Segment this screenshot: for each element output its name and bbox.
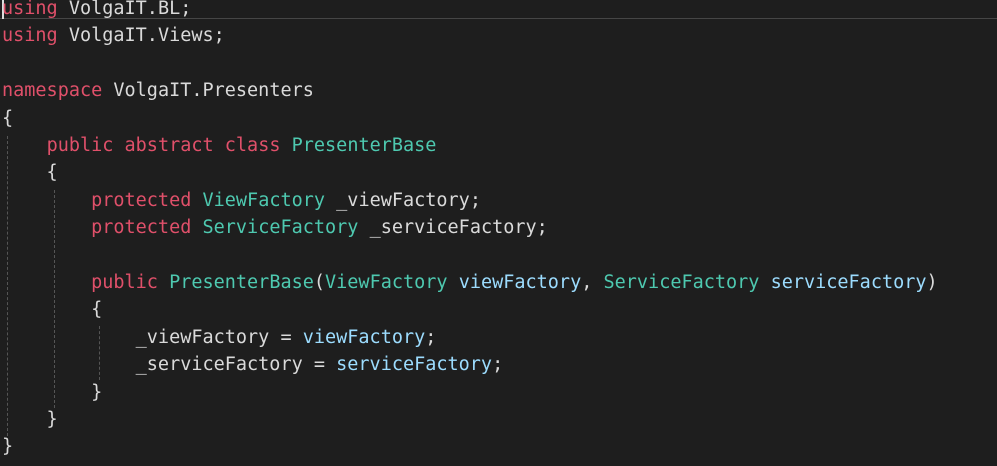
code-line[interactable]: protected ServiceFactory _serviceFactory…	[2, 214, 548, 241]
code-token: serviceFactory	[336, 354, 493, 376]
code-token: _viewFactory =	[2, 326, 303, 348]
code-token: {	[2, 107, 14, 129]
code-token: {	[2, 299, 103, 321]
code-token: (	[313, 272, 326, 293]
code-token: abstract	[124, 135, 214, 156]
code-token: ;	[425, 326, 437, 348]
code-token: )	[926, 272, 938, 293]
code-token: {	[2, 162, 58, 184]
code-token: ServiceFactory	[603, 272, 760, 293]
code-editor[interactable]: using VolgaIT.BL; using VolgaIT.Views; nam…	[0, 0, 997, 466]
code-line[interactable]: }	[2, 379, 102, 406]
code-token: public	[91, 272, 158, 293]
code-token: public	[46, 135, 114, 156]
code-token: protected	[91, 217, 192, 239]
code-token: _serviceFactory =	[2, 354, 337, 376]
code-token: _serviceFactory;	[358, 217, 548, 239]
code-token: }	[2, 436, 14, 458]
code-token: _viewFactory;	[325, 189, 481, 211]
code-token: viewFactory	[458, 272, 582, 293]
code-token: }	[2, 409, 58, 430]
code-token: class	[224, 135, 281, 156]
code-line[interactable]: }	[2, 433, 13, 460]
code-line[interactable]: _viewFactory = viewFactory;	[2, 324, 437, 351]
code-line[interactable]: _serviceFactory = serviceFactory;	[2, 351, 504, 378]
code-token: PresenterBase	[169, 272, 314, 293]
code-token: namespace	[2, 80, 103, 102]
code-token: using	[2, 25, 58, 47]
code-line[interactable]: using VolgaIT.Views;	[2, 22, 225, 49]
code-line[interactable]: }	[2, 406, 58, 433]
code-token: VolgaIT.Presenters	[102, 80, 314, 102]
code-token: ViewFactory	[202, 189, 326, 211]
code-token: PresenterBase	[291, 135, 437, 156]
code-token: using	[2, 0, 58, 19]
code-line[interactable]: public PresenterBase(ViewFactory viewFac…	[2, 269, 938, 296]
code-line[interactable]: {	[2, 296, 102, 323]
code-token: ,	[581, 272, 604, 293]
code-token: }	[2, 381, 103, 403]
code-token: serviceFactory	[770, 272, 927, 293]
code-token: ViewFactory	[325, 272, 448, 293]
code-token: VolgaIT.Views;	[57, 25, 225, 47]
code-line[interactable]: protected ViewFactory _viewFactory;	[2, 187, 481, 214]
code-line[interactable]: using VolgaIT.BL;	[2, 0, 191, 22]
code-line[interactable]: {	[2, 105, 13, 132]
code-line[interactable]: namespace VolgaIT.Presenters	[2, 77, 314, 104]
code-line[interactable]: public abstract class PresenterBase	[2, 132, 437, 159]
code-token: VolgaIT.BL;	[57, 0, 192, 19]
code-token: ;	[492, 354, 504, 376]
code-token: viewFactory	[302, 326, 426, 348]
code-line[interactable]: {	[2, 159, 58, 186]
code-token: protected	[91, 189, 192, 211]
code-token: ServiceFactory	[202, 217, 359, 239]
